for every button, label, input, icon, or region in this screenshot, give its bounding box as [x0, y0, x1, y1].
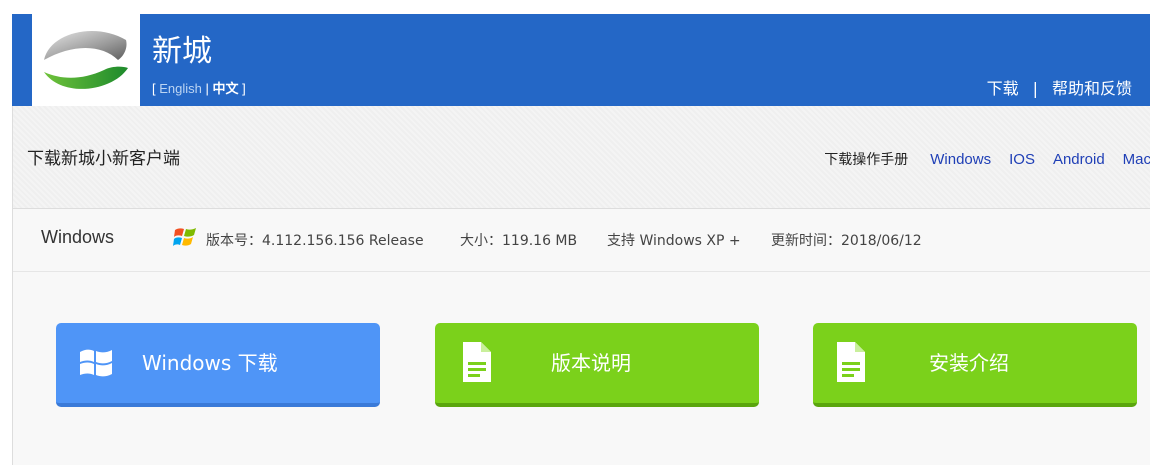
- site-logo[interactable]: [32, 14, 140, 106]
- download-manual-link[interactable]: 下载操作手册: [824, 150, 908, 170]
- download-panel: 下载新城小新客户端 下载操作手册 Windows IOS Android Mac Win…: [12, 106, 1150, 465]
- lang-bracket-close: ]: [242, 81, 246, 96]
- release-notes-button[interactable]: 版本说明: [435, 323, 759, 407]
- release-notes-label: 版本说明: [551, 351, 631, 375]
- document-icon: [463, 342, 491, 382]
- nav-download-link[interactable]: 下载: [987, 79, 1019, 99]
- lang-chinese-link[interactable]: 中文: [213, 81, 239, 96]
- lang-bracket-open: [: [152, 81, 156, 96]
- windows-download-button[interactable]: Windows 下载: [56, 323, 380, 407]
- version-number: 版本号：4.112.156.156 Release: [206, 233, 424, 249]
- brand-name: 新城: [152, 34, 212, 69]
- os-name: Windows: [41, 227, 115, 247]
- download-button-label: Windows 下载: [142, 351, 278, 375]
- lang-english-link[interactable]: English: [159, 81, 202, 96]
- windows-flag-icon: [173, 228, 196, 246]
- nav-separator: |: [1032, 79, 1038, 98]
- page-title: 下载新城小新客户端: [27, 149, 180, 169]
- nav-help-link[interactable]: 帮助和反馈: [1052, 79, 1132, 99]
- install-guide-button[interactable]: 安装介绍: [813, 323, 1137, 407]
- version-info-row: Windows 版本号：4.112.156.156 Release 大小：119…: [13, 209, 1150, 272]
- language-switcher: [ English | 中文 ]: [152, 81, 246, 97]
- top-nav: 下载 | 帮助和反馈: [987, 79, 1132, 99]
- site-header: 新城 [ English | 中文 ] 下载 | 帮助和反馈: [12, 14, 1150, 106]
- document-icon: [837, 342, 865, 382]
- platform-nav: 下载操作手册 Windows IOS Android Mac: [806, 150, 1150, 170]
- install-guide-label: 安装介绍: [929, 351, 1009, 375]
- lang-separator: |: [205, 81, 209, 96]
- logo-icon: [44, 30, 128, 89]
- windows-logo-icon: [80, 349, 112, 377]
- os-support: 支持 Windows XP +: [607, 233, 741, 249]
- platform-link-android[interactable]: Android: [1053, 150, 1105, 170]
- platform-link-windows[interactable]: Windows: [930, 150, 991, 170]
- update-date: 更新时间：2018/06/12: [771, 233, 922, 249]
- platform-link-ios[interactable]: IOS: [1009, 150, 1035, 170]
- file-size: 大小：119.16 MB: [460, 233, 578, 249]
- platform-link-mac[interactable]: Mac: [1123, 150, 1150, 170]
